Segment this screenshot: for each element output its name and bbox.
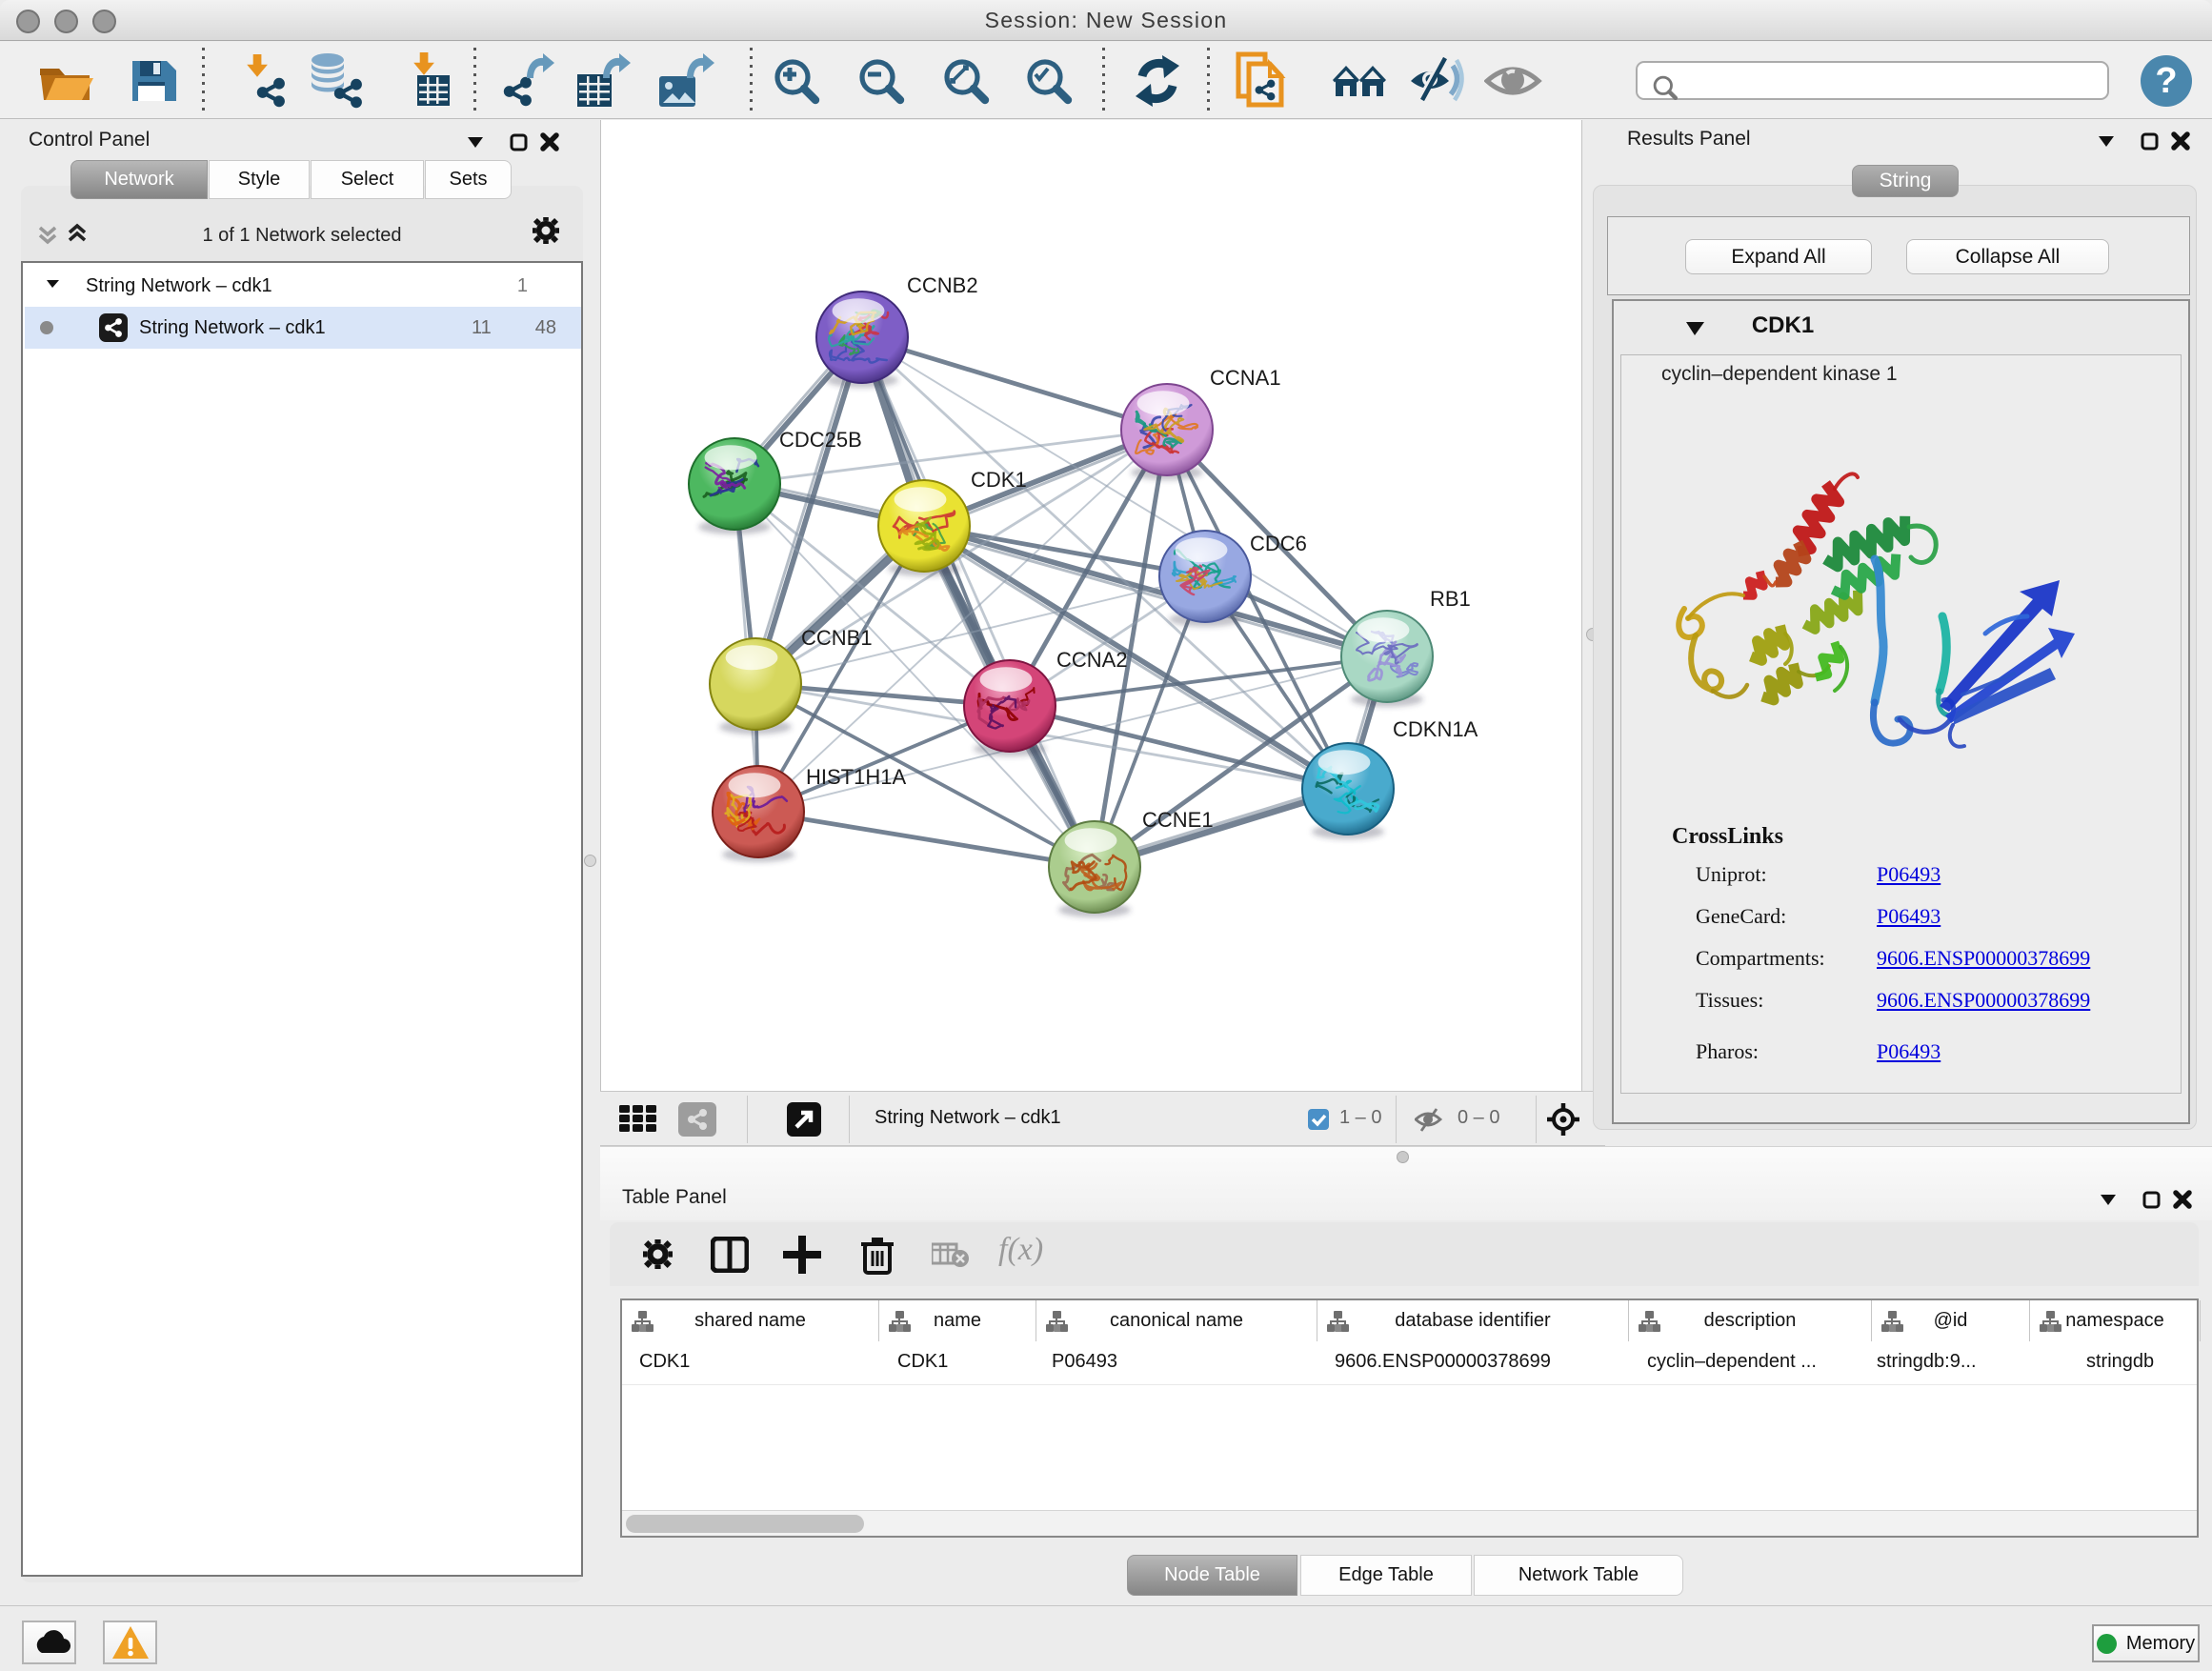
svg-text:CDC25B: CDC25B [779,428,862,452]
svg-text:CCNE1: CCNE1 [1142,808,1214,832]
svg-text:HIST1H1A: HIST1H1A [806,765,906,789]
svg-text:CCNA2: CCNA2 [1056,648,1128,672]
svg-text:CDK1: CDK1 [971,468,1027,492]
svg-text:RB1: RB1 [1430,587,1471,611]
svg-text:CCNB2: CCNB2 [907,273,978,297]
svg-text:CDC6: CDC6 [1250,532,1307,555]
svg-text:CCNB1: CCNB1 [801,626,873,650]
svg-text:CCNA1: CCNA1 [1210,366,1281,390]
svg-text:?: ? [2155,61,2177,101]
svg-text:CDKN1A: CDKN1A [1393,717,1478,741]
